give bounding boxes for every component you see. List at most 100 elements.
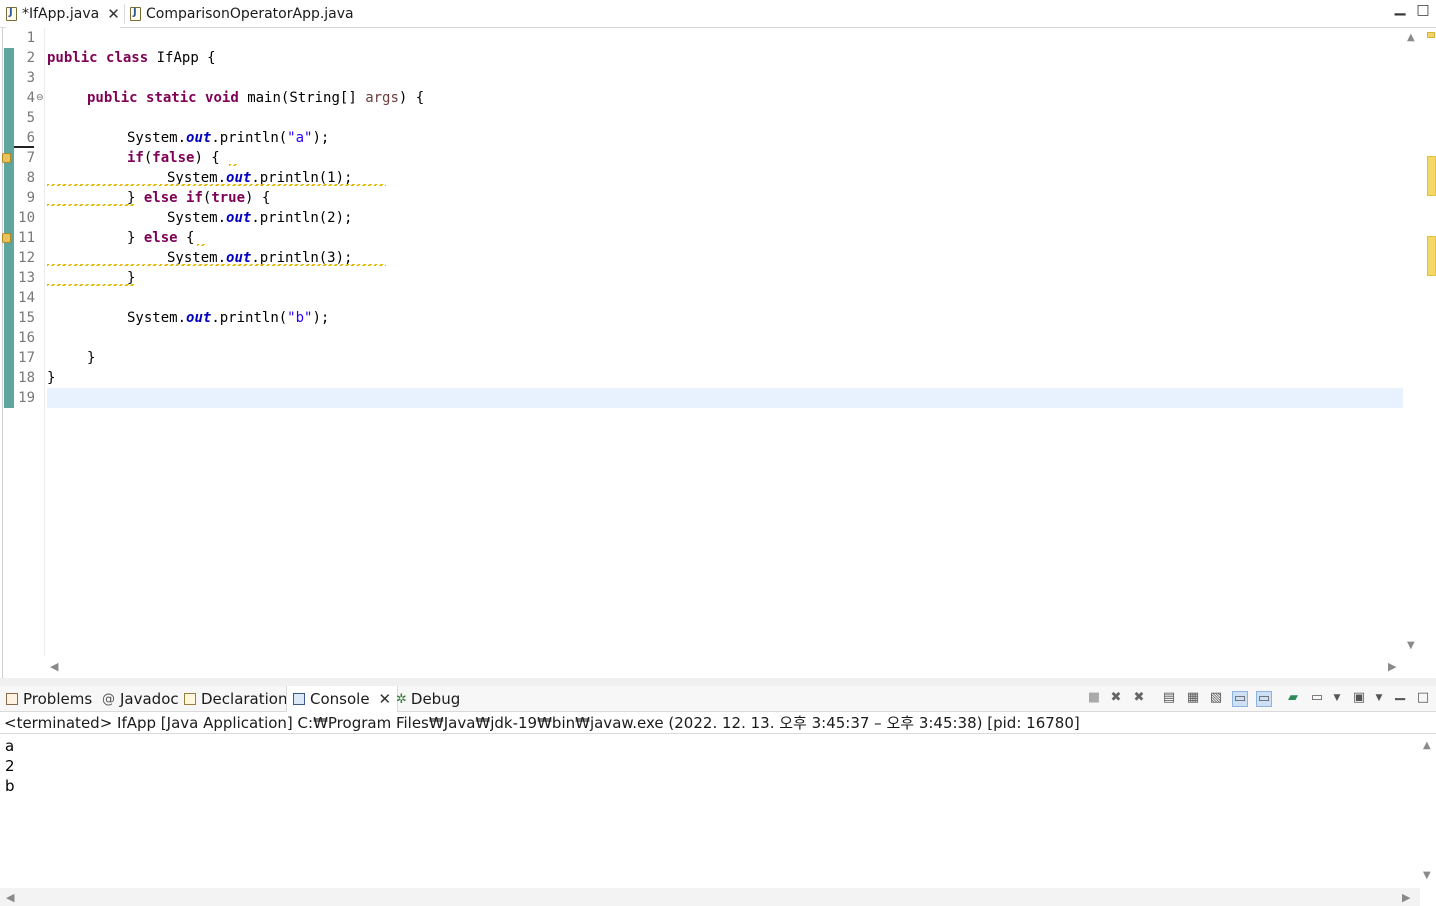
line-number: 8	[26, 170, 35, 186]
code-line: }	[87, 350, 96, 366]
line-number: 18	[18, 370, 35, 386]
console-vertical-scrollbar[interactable]: ▲ ▼	[1420, 734, 1436, 888]
display-console-icon[interactable]: ▭	[1310, 691, 1324, 705]
dead-code-underline	[47, 264, 386, 266]
tab-declaration[interactable]: Declaration	[184, 686, 287, 712]
maximize-icon[interactable]: □	[1416, 691, 1430, 705]
fold-collapse-icon[interactable]: ⊖	[36, 88, 44, 108]
current-line-highlight	[47, 388, 1403, 408]
scroll-left-icon[interactable]: ◀	[6, 891, 14, 904]
dead-code-underline	[47, 284, 135, 286]
warning-summary-icon[interactable]	[1427, 32, 1435, 38]
line-number: 2	[26, 50, 35, 66]
word-wrap-icon[interactable]: ▧	[1209, 691, 1223, 705]
line-number: 15	[18, 310, 35, 326]
line-number-ruler: 1 2 3 4 ⊖ 5 6 7 8 9 10 11 12 13 14 15 16…	[2, 28, 44, 656]
scroll-right-icon[interactable]: ▶	[1388, 660, 1396, 673]
line-number: 11	[18, 230, 35, 246]
tab-label: *IfApp.java	[22, 6, 100, 22]
maximize-icon[interactable]: □	[1416, 3, 1430, 17]
terminate-icon[interactable]: ■	[1087, 691, 1101, 705]
tab-divider	[124, 4, 125, 24]
minimize-icon[interactable]: ▁	[1393, 1, 1407, 15]
scroll-down-icon[interactable]: ▼	[1407, 640, 1415, 651]
line-number: 13	[18, 270, 35, 286]
scroll-up-icon[interactable]: ▲	[1407, 32, 1415, 43]
code-line: }	[47, 370, 56, 386]
warning-underline	[229, 164, 239, 166]
console-line: 2	[5, 757, 15, 775]
clear-console-icon[interactable]: ▤	[1162, 691, 1176, 705]
warning-icon[interactable]	[2, 233, 11, 243]
scroll-down-icon[interactable]: ▼	[1423, 870, 1431, 881]
code-line: System.out.println("b");	[127, 310, 330, 326]
pin-console-icon[interactable]: ▰	[1286, 691, 1300, 705]
code-line: public class IfApp {	[47, 50, 216, 66]
console-line: a	[5, 737, 15, 755]
line-number: 9	[26, 190, 35, 206]
remove-all-terminated-icon[interactable]: ✖	[1132, 691, 1146, 705]
tab-ifapp-java[interactable]: *IfApp.java ✕	[6, 0, 120, 28]
overview-warning-mark[interactable]	[1427, 156, 1436, 196]
dead-code-underline	[47, 204, 135, 206]
line-number: 17	[18, 350, 35, 366]
overview-ruler[interactable]	[1425, 28, 1436, 656]
line-number: 6	[26, 130, 35, 146]
tab-problems[interactable]: Problems	[6, 686, 92, 712]
close-icon[interactable]: ✕	[379, 690, 392, 708]
overview-warning-mark[interactable]	[1427, 236, 1436, 276]
editor-left-border	[2, 28, 3, 678]
java-file-icon	[130, 7, 141, 21]
chevron-down-icon[interactable]: ▼	[1372, 691, 1386, 705]
warning-icon[interactable]	[2, 153, 11, 163]
code-line: } else {	[127, 230, 195, 246]
editor-horizontal-scrollbar[interactable]: ◀ ▶	[46, 658, 1404, 676]
at-sign-icon: @	[102, 691, 115, 707]
line-number: 5	[26, 110, 35, 126]
code-line: public static void main(String[] args) {	[87, 90, 425, 106]
console-horizontal-scrollbar[interactable]: ◀ ▶	[0, 888, 1420, 906]
console-status: <terminated> IfApp [Java Application] C:…	[0, 712, 1436, 734]
console-output[interactable]: a 2 b	[3, 734, 1419, 888]
remove-launch-icon[interactable]: ✖	[1109, 691, 1123, 705]
code-line: System.out.println(2);	[167, 210, 353, 226]
console-icon	[293, 693, 305, 705]
editor-tab-bar: *IfApp.java ✕ ComparisonOperatorApp.java…	[0, 0, 1436, 28]
code-line: if(false) {	[127, 150, 220, 166]
quick-diff-bar	[4, 48, 14, 408]
code-line: } else if(true) {	[127, 190, 271, 206]
chevron-down-icon[interactable]: ▼	[1330, 691, 1344, 705]
line-number: 19	[18, 390, 35, 406]
tab-comparisonoperatorapp-java[interactable]: ComparisonOperatorApp.java	[130, 0, 354, 28]
tab-javadoc[interactable]: @ Javadoc	[102, 686, 179, 712]
minimize-icon[interactable]: ▁	[1393, 687, 1407, 701]
line-number: 1	[26, 30, 35, 46]
console-line: b	[5, 777, 15, 795]
close-icon[interactable]: ✕	[107, 5, 120, 23]
show-on-stderr-icon[interactable]: ▭	[1256, 691, 1272, 707]
code-editor[interactable]: 1 2 3 4 ⊖ 5 6 7 8 9 10 11 12 13 14 15 16…	[0, 28, 1436, 678]
tab-console[interactable]: Console ✕	[286, 686, 399, 712]
panel-separator[interactable]	[0, 678, 1436, 686]
tab-debug[interactable]: ✲ Debug	[396, 686, 460, 712]
code-line: System.out.println("a");	[127, 130, 330, 146]
warning-underline	[197, 244, 207, 246]
scroll-up-icon[interactable]: ▲	[1423, 740, 1431, 751]
line-number: 3	[26, 70, 35, 86]
editor-vertical-scrollbar[interactable]: ▲ ▼	[1404, 28, 1422, 656]
show-on-stdout-icon[interactable]: ▭	[1232, 691, 1248, 707]
java-file-icon	[6, 7, 17, 21]
line-number: 16	[18, 330, 35, 346]
line-number: 4	[26, 90, 35, 106]
dead-code-underline	[47, 184, 386, 186]
scroll-lock-icon[interactable]: ▦	[1186, 691, 1200, 705]
scroll-right-icon[interactable]: ▶	[1402, 891, 1410, 904]
scroll-left-icon[interactable]: ◀	[50, 660, 58, 673]
code-text-area[interactable]: public class IfApp { public static void …	[47, 28, 1403, 656]
line-number: 14	[18, 290, 35, 306]
bug-icon: ✲	[396, 691, 407, 707]
problems-icon	[6, 693, 18, 705]
line-number: 10	[18, 210, 35, 226]
open-console-icon[interactable]: ▣	[1352, 691, 1366, 705]
ruler-divider	[44, 28, 45, 656]
